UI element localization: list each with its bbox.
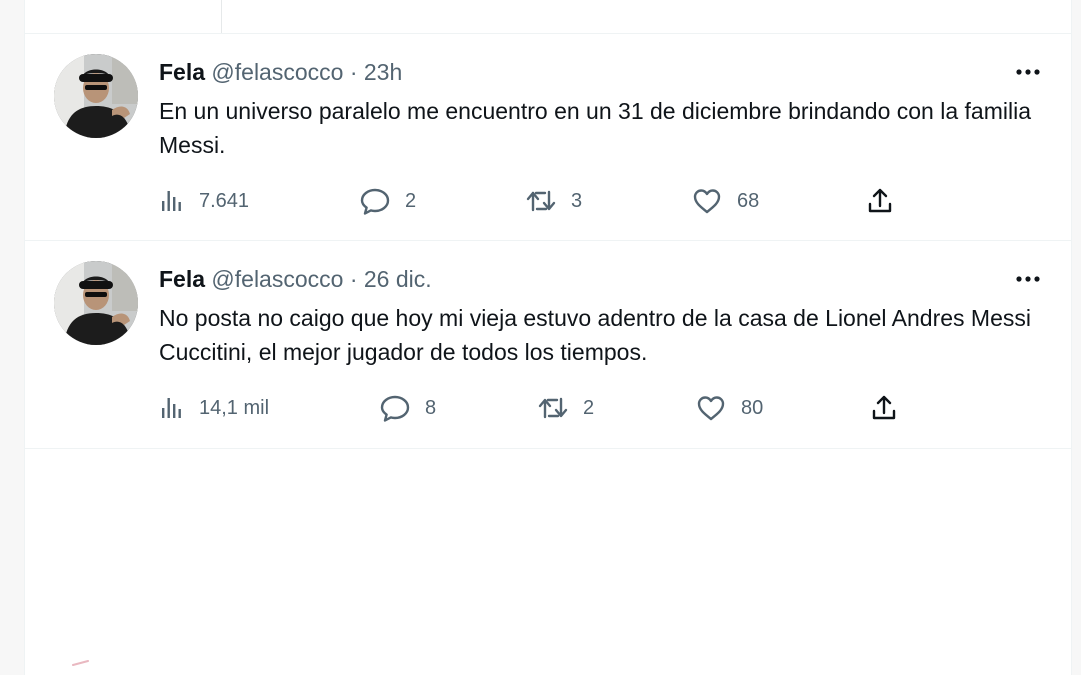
views-button[interactable]: 7.641 xyxy=(159,184,249,218)
reply-button[interactable]: 8 xyxy=(379,391,436,425)
share-button[interactable] xyxy=(865,184,895,218)
heart-icon xyxy=(695,392,727,424)
separator-dot: · xyxy=(349,59,358,85)
share-icon xyxy=(869,393,899,423)
timeline-column: Fela @felascocco · 23h En un universo pa… xyxy=(24,0,1072,675)
retweet-button[interactable]: 3 xyxy=(525,184,582,218)
author-name[interactable]: Fela xyxy=(159,59,205,85)
more-dots-icon xyxy=(1016,276,1040,282)
author-name[interactable]: Fela xyxy=(159,266,205,292)
tweet-actions: 14,1 mil 8 2 80 xyxy=(159,391,919,425)
previous-tweet-stub xyxy=(25,0,1071,34)
corner-artifact xyxy=(72,660,89,666)
speech-bubble-icon xyxy=(359,185,391,217)
heart-icon xyxy=(691,185,723,217)
tweet-header: Fela @felascocco · 26 dic. xyxy=(159,265,432,293)
more-options-button[interactable] xyxy=(1013,60,1043,84)
tweet-header: Fela @felascocco · 23h xyxy=(159,58,402,86)
avatar[interactable] xyxy=(54,54,138,138)
separator-dot: · xyxy=(349,266,358,292)
tweet-text: En un universo paralelo me encuentro en … xyxy=(159,98,1031,158)
tweet-actions: 7.641 2 3 68 xyxy=(159,184,919,218)
tweet-text: No posta no caigo que hoy mi vieja estuv… xyxy=(159,305,1031,365)
reply-count: 8 xyxy=(425,396,437,419)
reply-count: 2 xyxy=(405,189,417,212)
analytics-icon xyxy=(159,395,185,421)
more-options-button[interactable] xyxy=(1013,267,1043,291)
retweet-count: 2 xyxy=(583,396,595,419)
analytics-icon xyxy=(159,188,185,214)
author-handle[interactable]: @felascocco xyxy=(211,59,343,85)
stub-divider xyxy=(221,0,222,33)
avatar[interactable] xyxy=(54,261,138,345)
views-count: 14,1 mil xyxy=(199,396,270,419)
share-icon xyxy=(865,186,895,216)
retweet-button[interactable]: 2 xyxy=(537,391,594,425)
like-button[interactable]: 68 xyxy=(691,184,759,218)
tweet-timestamp[interactable]: 23h xyxy=(364,59,402,85)
author-handle[interactable]: @felascocco xyxy=(211,266,343,292)
tweet[interactable]: Fela @felascocco · 26 dic. No posta no c… xyxy=(25,241,1071,449)
retweet-icon xyxy=(537,392,569,424)
views-count: 7.641 xyxy=(199,189,250,212)
timeline-page: Fela @felascocco · 23h En un universo pa… xyxy=(0,0,1081,675)
views-button[interactable]: 14,1 mil xyxy=(159,391,269,425)
share-button[interactable] xyxy=(869,391,899,425)
retweet-icon xyxy=(525,185,557,217)
tweet-timestamp[interactable]: 26 dic. xyxy=(364,266,432,292)
retweet-count: 3 xyxy=(571,189,583,212)
more-dots-icon xyxy=(1016,69,1040,75)
reply-button[interactable]: 2 xyxy=(359,184,416,218)
speech-bubble-icon xyxy=(379,392,411,424)
like-count: 68 xyxy=(737,189,760,212)
tweet[interactable]: Fela @felascocco · 23h En un universo pa… xyxy=(25,34,1071,241)
like-count: 80 xyxy=(741,396,764,419)
like-button[interactable]: 80 xyxy=(695,391,763,425)
